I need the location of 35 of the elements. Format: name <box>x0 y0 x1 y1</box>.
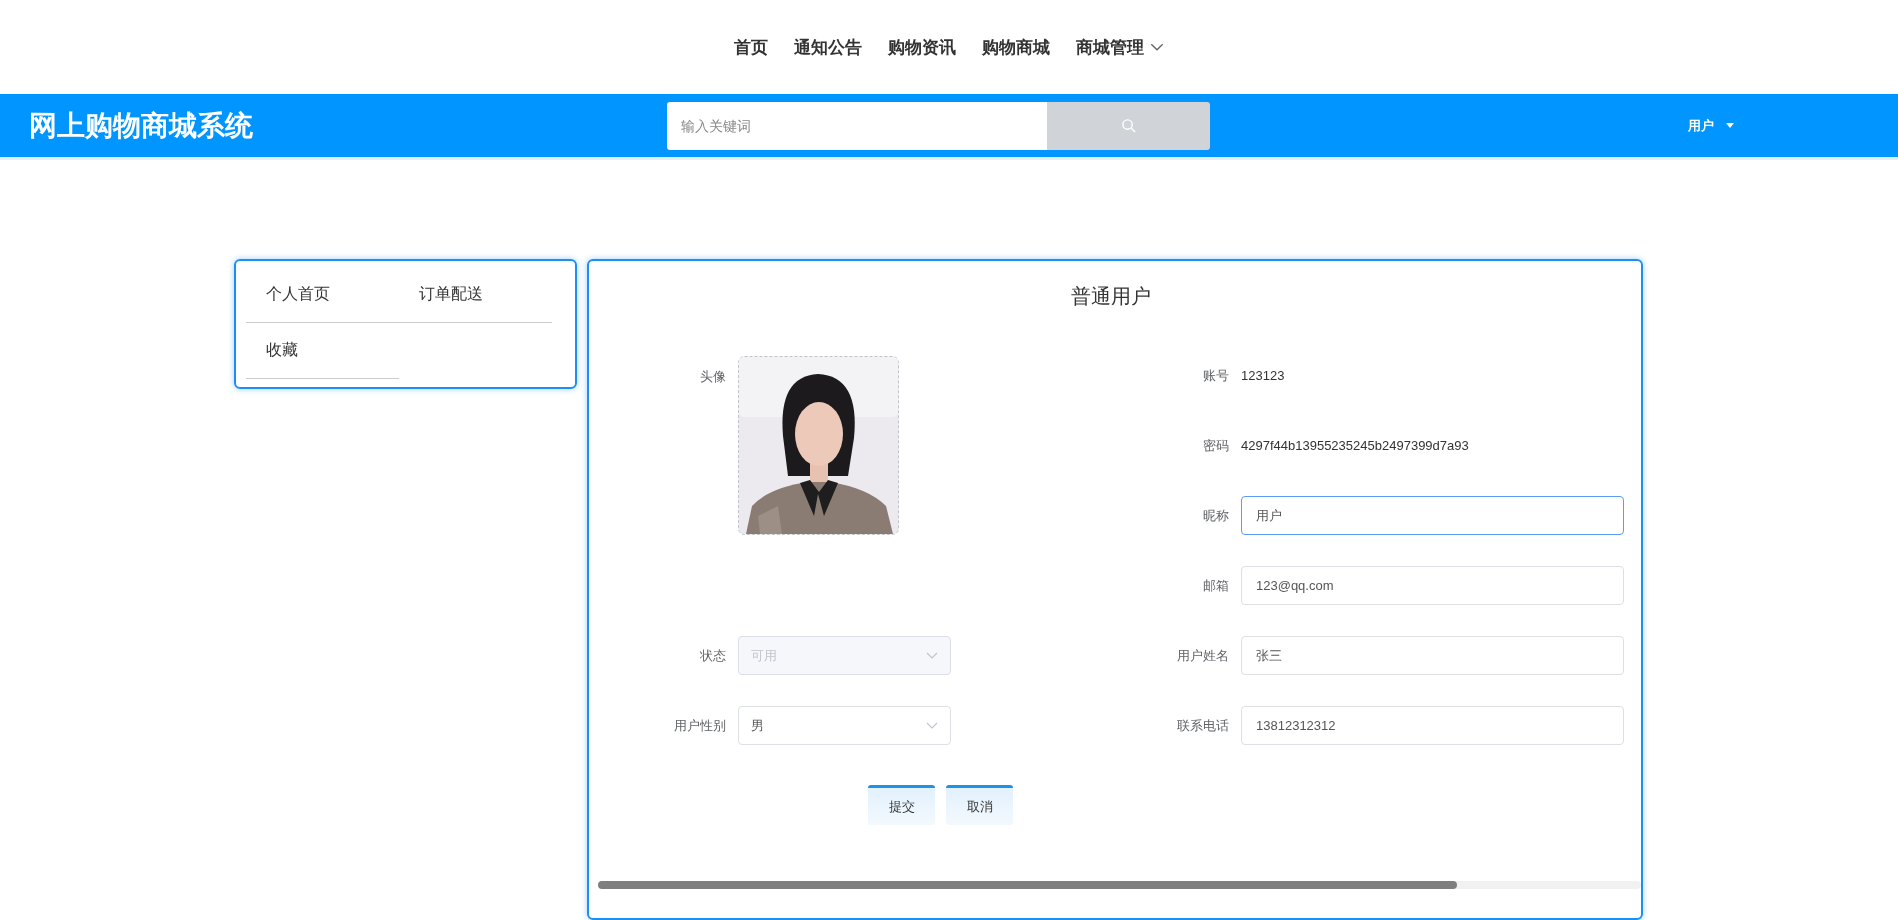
nav-link[interactable]: 首页 <box>734 35 768 59</box>
search-button[interactable] <box>1047 101 1210 150</box>
input-field[interactable]: 张三 <box>1241 636 1624 675</box>
field-label: 联系电话 <box>1176 716 1229 735</box>
field-value: 4297f44b13955235245b2497399d7a93 <box>1241 438 1469 453</box>
chevron-down-icon <box>926 652 938 659</box>
nav-link[interactable]: 购物资讯 <box>888 35 956 59</box>
scrollbar-thumb[interactable] <box>598 881 1457 889</box>
field-label: 账号 <box>1202 366 1229 385</box>
field-value: 123123 <box>1241 368 1285 383</box>
chevron-down-icon <box>926 722 938 729</box>
field-label: 状态 <box>699 646 726 665</box>
caret-icon <box>1726 123 1734 128</box>
nav-link[interactable]: 通知公告 <box>794 35 862 59</box>
input-field[interactable]: 13812312312 <box>1241 706 1624 745</box>
form-button[interactable]: 提交 <box>868 785 935 825</box>
field-label: 用户姓名 <box>1176 646 1229 665</box>
field-label: 用户性别 <box>673 716 726 735</box>
search-field[interactable]: 输入关键词 <box>667 101 1047 150</box>
nav-link[interactable]: 购物商城 <box>982 35 1050 59</box>
field-label: 昵称 <box>1202 506 1229 525</box>
nav-link[interactable]: 商城管理 <box>1076 35 1164 59</box>
search-icon <box>1121 118 1136 133</box>
field-label: 头像 <box>699 368 726 386</box>
sidebar-item[interactable]: 收藏 <box>246 323 399 379</box>
select-field[interactable]: 男 <box>738 706 951 745</box>
field-label: 密码 <box>1202 436 1229 455</box>
card-title: 普通用户 <box>1070 284 1152 309</box>
sidebar-item[interactable]: 订单配送 <box>399 267 552 323</box>
field-label: 邮箱 <box>1202 576 1229 595</box>
input-field[interactable]: 用户 <box>1241 496 1624 535</box>
sidebar-item[interactable]: 个人首页 <box>246 267 399 323</box>
input-field[interactable]: 123@qq.com <box>1241 566 1624 605</box>
site-title: 网上购物商城系统 <box>29 108 254 143</box>
form-button[interactable]: 取消 <box>946 785 1013 825</box>
